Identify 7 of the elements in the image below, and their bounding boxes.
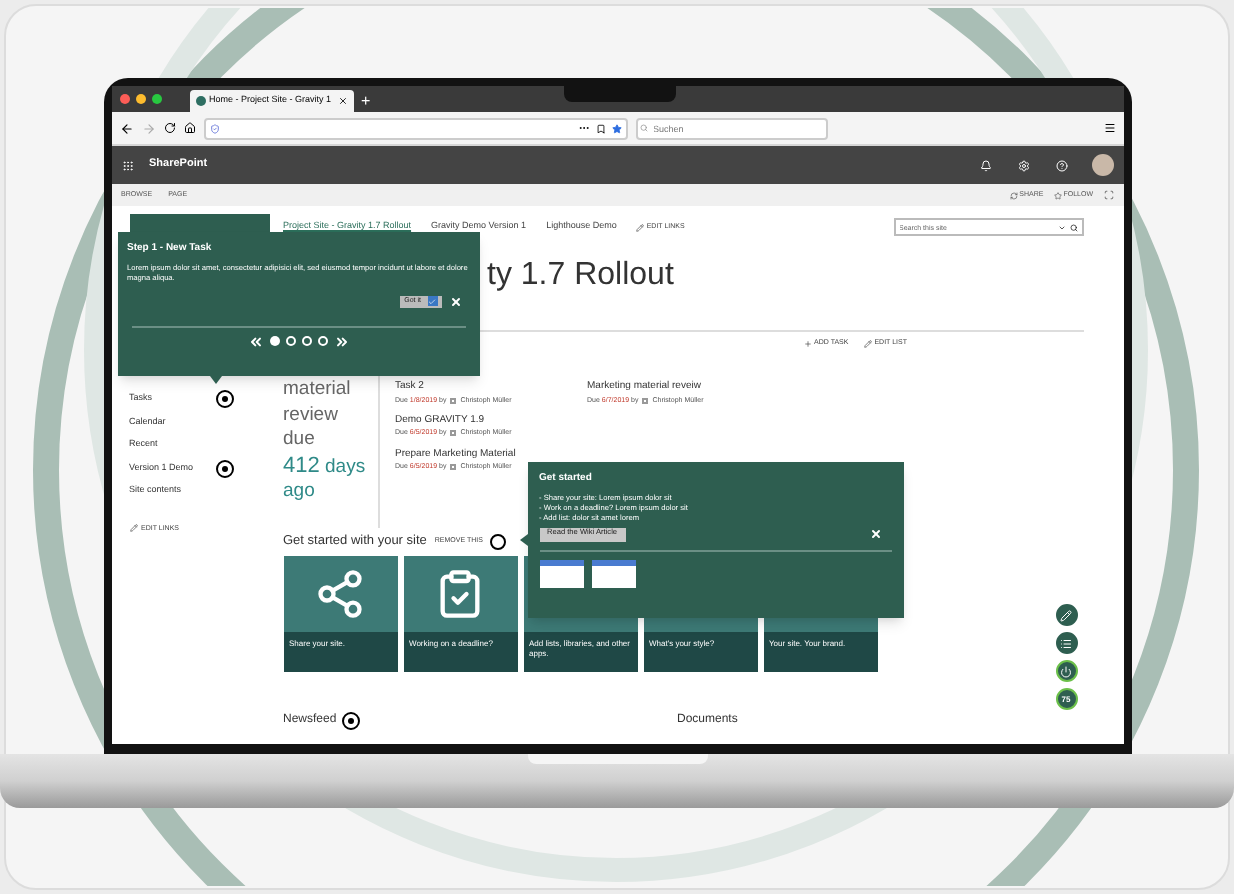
new-tab-button[interactable]: +: [361, 90, 371, 112]
countdown-number: 412 days: [283, 453, 368, 480]
countdown-text: review: [283, 403, 340, 428]
page-title: ty 1.7 Rollout: [487, 256, 676, 296]
countdown-text: material: [283, 378, 353, 403]
countdown-text: ago: [283, 480, 317, 505]
countdown-text: due: [283, 428, 317, 453]
